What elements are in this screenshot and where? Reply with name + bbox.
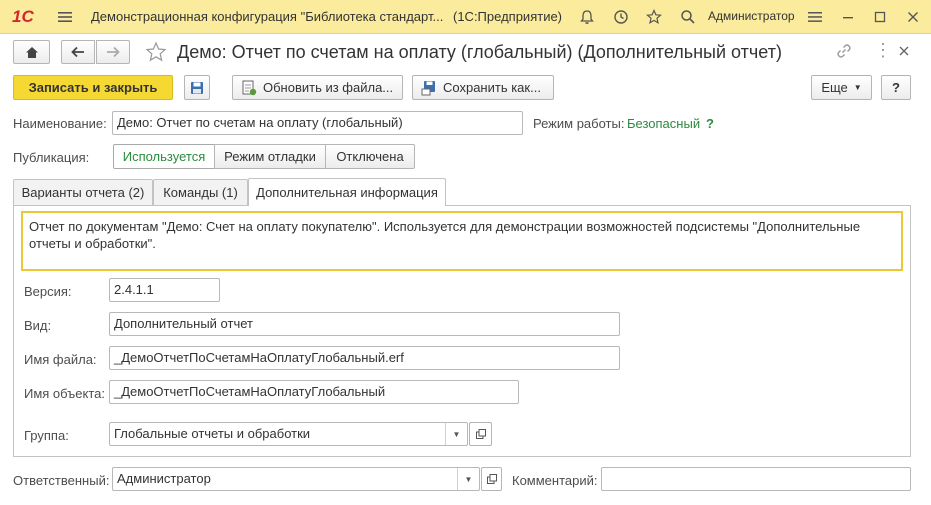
settings-menu-icon[interactable]: [805, 7, 825, 27]
current-user[interactable]: Администратор: [708, 9, 795, 23]
chevron-down-icon: ▼: [853, 83, 862, 92]
mode-help-link[interactable]: ?: [706, 116, 714, 131]
version-label: Версия:: [24, 284, 72, 299]
tab-additional-info[interactable]: Дополнительная информация: [248, 178, 446, 206]
kind-label: Вид:: [24, 318, 52, 333]
publication-option-disabled-label: Отключена: [336, 149, 404, 164]
close-window-icon[interactable]: [903, 7, 923, 27]
responsible-dropdown-icon[interactable]: ▼: [457, 468, 479, 490]
comment-field[interactable]: [601, 467, 911, 491]
platform-name: (1С:Предприятие): [453, 9, 563, 24]
floppy-disk-icon: [191, 81, 203, 94]
name-label: Наименование:: [13, 116, 107, 131]
open-icon: [475, 429, 486, 439]
link-icon[interactable]: [836, 43, 852, 62]
version-field[interactable]: 2.4.1.1: [109, 278, 220, 302]
update-from-file-label: Обновить из файла...: [263, 80, 394, 95]
history-icon[interactable]: [611, 7, 631, 27]
tab-additional-info-label: Дополнительная информация: [256, 185, 438, 200]
save-as-label: Сохранить как...: [443, 80, 541, 95]
search-icon[interactable]: [678, 7, 698, 27]
logo-1c: 1С: [12, 7, 34, 26]
group-dropdown-icon[interactable]: ▼: [445, 423, 467, 445]
tab-report-variants[interactable]: Варианты отчета (2): [13, 179, 153, 205]
mode-label: Режим работы:: [533, 116, 625, 131]
publication-option-used-label: Используется: [122, 149, 206, 164]
file-name-value: _ДемоОтчетПоСчетамНаОплатуГлобальный.erf: [114, 350, 404, 365]
favorite-star-icon[interactable]: [145, 41, 167, 66]
save-as-button[interactable]: Сохранить как...: [412, 75, 554, 100]
save-and-close-label: Записать и закрыть: [28, 80, 158, 95]
publication-label: Публикация:: [13, 150, 90, 165]
responsible-label: Ответственный:: [13, 473, 110, 488]
more-button[interactable]: Еще ▼: [811, 75, 872, 100]
file-name-label: Имя файла:: [24, 352, 97, 367]
tab-report-variants-label: Варианты отчета (2): [21, 185, 145, 200]
app-title: Демонстрационная конфигурация "Библиотек…: [91, 9, 444, 24]
menu-icon[interactable]: [55, 7, 75, 27]
mode-value-link[interactable]: Безопасный: [627, 116, 700, 131]
more-label: Еще: [821, 80, 848, 95]
update-from-file-button[interactable]: Обновить из файла...: [232, 75, 403, 100]
home-icon: [25, 46, 38, 58]
star-icon[interactable]: [644, 7, 664, 27]
tab-commands-label: Команды (1): [163, 185, 238, 200]
back-button[interactable]: [61, 40, 95, 64]
group-open-button[interactable]: [469, 422, 492, 446]
save-button[interactable]: [184, 75, 210, 100]
publication-option-used[interactable]: Используется: [113, 144, 215, 169]
kind-field[interactable]: Дополнительный отчет: [109, 312, 620, 336]
publication-option-debug-label: Режим отладки: [224, 149, 316, 164]
help-button[interactable]: ?: [881, 75, 911, 100]
open-icon: [486, 474, 497, 484]
publication-option-debug[interactable]: Режим отладки: [214, 144, 326, 169]
more-actions-icon[interactable]: ⋮: [874, 41, 892, 59]
forward-button[interactable]: [96, 40, 130, 64]
object-name-field[interactable]: _ДемоОтчетПоСчетамНаОплатуГлобальный: [109, 380, 519, 404]
help-label: ?: [892, 80, 900, 95]
name-value: Демо: Отчет по счетам на оплату (глобаль…: [117, 115, 403, 130]
close-form-icon[interactable]: [898, 45, 910, 60]
group-label: Группа:: [24, 428, 69, 443]
arrow-right-icon: [107, 46, 120, 58]
description-field[interactable]: Отчет по документам "Демо: Счет на оплат…: [21, 211, 903, 271]
version-value: 2.4.1.1: [114, 282, 154, 297]
tab-commands[interactable]: Команды (1): [153, 179, 248, 205]
form-title: Демо: Отчет по счетам на оплату (глобаль…: [177, 42, 782, 62]
object-name-value: _ДемоОтчетПоСчетамНаОплатуГлобальный: [114, 384, 386, 399]
kind-value: Дополнительный отчет: [114, 316, 253, 331]
file-name-field[interactable]: _ДемоОтчетПоСчетамНаОплатуГлобальный.erf: [109, 346, 620, 370]
description-text: Отчет по документам "Демо: Счет на оплат…: [29, 219, 861, 251]
home-button[interactable]: [13, 40, 50, 64]
responsible-field[interactable]: Администратор ▼: [112, 467, 480, 491]
group-field[interactable]: Глобальные отчеты и обработки ▼: [109, 422, 468, 446]
responsible-open-button[interactable]: [481, 467, 502, 491]
comment-label: Комментарий:: [512, 473, 598, 488]
name-field[interactable]: Демо: Отчет по счетам на оплату (глобаль…: [112, 111, 523, 135]
arrow-left-icon: [71, 46, 84, 58]
object-name-label: Имя объекта:: [24, 386, 106, 401]
save-as-icon: [421, 80, 435, 95]
title-bar: 1С Демонстрационная конфигурация "Библио…: [0, 0, 931, 34]
bell-icon[interactable]: [577, 7, 597, 27]
maximize-icon[interactable]: [870, 7, 890, 27]
save-and-close-button[interactable]: Записать и закрыть: [13, 75, 173, 100]
publication-option-disabled[interactable]: Отключена: [325, 144, 415, 169]
group-value: Глобальные отчеты и обработки: [114, 426, 311, 441]
update-file-icon: [242, 80, 257, 95]
responsible-value: Администратор: [117, 471, 211, 486]
minimize-icon[interactable]: [838, 7, 858, 27]
